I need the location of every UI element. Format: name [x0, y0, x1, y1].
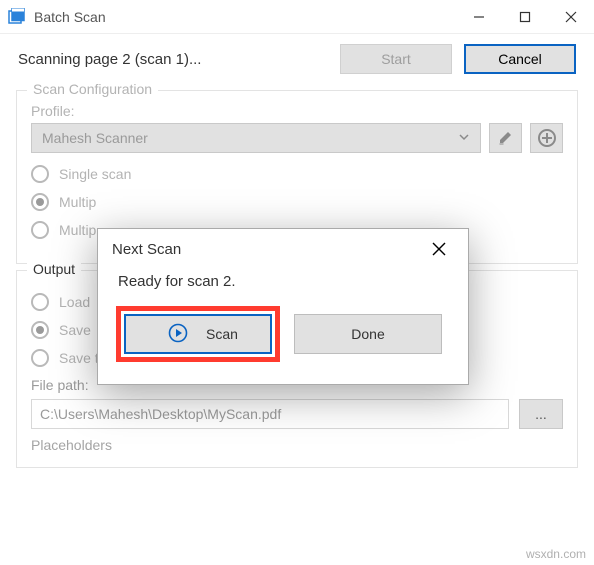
filepath-input[interactable]: C:\Users\Mahesh\Desktop\MyScan.pdf: [31, 399, 509, 429]
output-legend: Output: [27, 261, 81, 277]
start-button: Start: [340, 44, 452, 74]
profile-label: Profile:: [31, 103, 563, 119]
multi-prompt-label: Multip: [59, 194, 96, 210]
add-profile-button[interactable]: [530, 123, 563, 153]
title-bar: Batch Scan: [0, 0, 594, 34]
filepath-value: C:\Users\Mahesh\Desktop\MyScan.pdf: [40, 406, 281, 422]
highlight-frame: Scan: [116, 306, 280, 362]
chevron-down-icon: [458, 130, 470, 146]
multi-prompt-radio[interactable]: Multip: [31, 193, 563, 211]
play-circle-icon: [168, 323, 188, 346]
status-bar: Scanning page 2 (scan 1)... Start Cancel: [0, 34, 594, 84]
close-button[interactable]: [548, 0, 594, 34]
cancel-button[interactable]: Cancel: [464, 44, 576, 74]
plus-circle-icon: [537, 128, 557, 148]
save-single-label: Save: [59, 322, 91, 338]
dialog-message: Ready for scan 2.: [116, 273, 450, 290]
profile-combobox[interactable]: Mahesh Scanner: [31, 123, 481, 153]
single-scan-radio[interactable]: Single scan: [31, 165, 563, 183]
watermark: wsxdn.com: [526, 547, 586, 561]
done-button[interactable]: Done: [294, 314, 442, 354]
close-icon: [432, 242, 446, 256]
radio-icon: [31, 165, 49, 183]
load-label: Load: [59, 294, 90, 310]
dialog-title: Next Scan: [112, 241, 424, 258]
pencil-icon: [497, 129, 515, 147]
placeholders-link[interactable]: Placeholders: [31, 437, 563, 453]
status-text: Scanning page 2 (scan 1)...: [18, 51, 328, 68]
scan-button[interactable]: Scan: [124, 314, 272, 354]
dialog-titlebar: Next Scan: [98, 229, 468, 269]
minimize-button[interactable]: [456, 0, 502, 34]
radio-icon: [31, 349, 49, 367]
radio-icon: [31, 293, 49, 311]
radio-icon: [31, 193, 49, 211]
app-icon: [8, 8, 26, 26]
maximize-button[interactable]: [502, 0, 548, 34]
single-scan-label: Single scan: [59, 166, 131, 182]
edit-profile-button[interactable]: [489, 123, 522, 153]
scan-configuration-legend: Scan Configuration: [27, 81, 158, 97]
done-button-label: Done: [351, 326, 384, 342]
next-scan-dialog: Next Scan Ready for scan 2. Scan Done: [97, 228, 469, 385]
browse-button[interactable]: ...: [519, 399, 563, 429]
dialog-close-button[interactable]: [424, 234, 454, 264]
radio-icon: [31, 221, 49, 239]
multi-delay-label: Multip: [59, 222, 96, 238]
scan-button-label: Scan: [206, 326, 238, 342]
window-title: Batch Scan: [34, 9, 106, 25]
radio-icon: [31, 321, 49, 339]
profile-value: Mahesh Scanner: [42, 130, 148, 146]
